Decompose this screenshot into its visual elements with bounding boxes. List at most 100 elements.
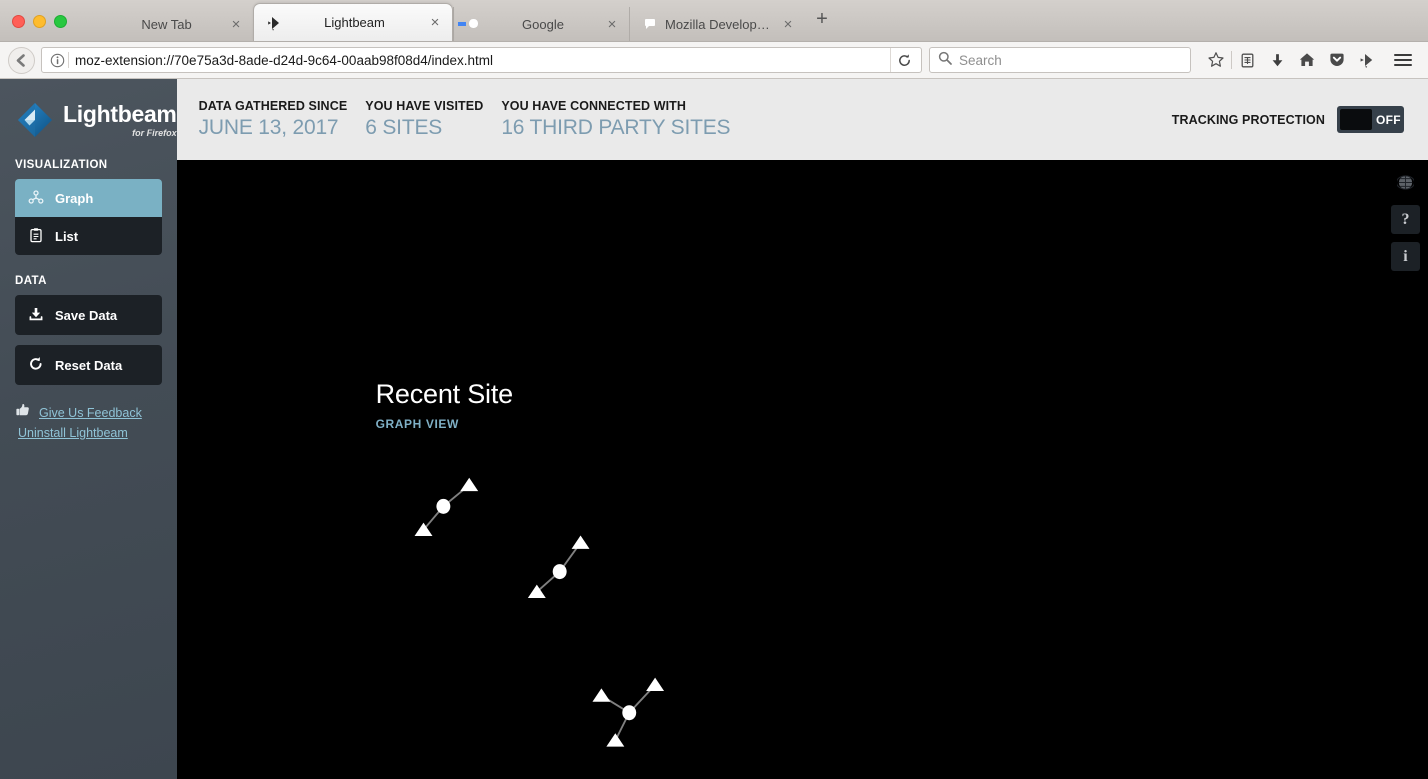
url-bar[interactable]: moz-extension://70e75a3d-8ade-d24d-9c64-… — [41, 47, 922, 73]
stat-sites-visited: YOU HAVE VISITED 6 SITES — [365, 99, 483, 140]
google-icon — [466, 16, 482, 32]
tab-close-icon[interactable]: × — [780, 17, 796, 32]
url-divider — [68, 52, 69, 68]
url-text: moz-extension://70e75a3d-8ade-d24d-9c64-… — [75, 52, 494, 68]
graph-node-site[interactable] — [436, 498, 450, 514]
new-tab-button[interactable]: + — [805, 8, 839, 41]
graph-node-third-party[interactable] — [605, 733, 624, 747]
window-zoom-button[interactable] — [54, 15, 67, 28]
graph-node-third-party[interactable] — [459, 477, 478, 492]
window-close-button[interactable] — [12, 15, 25, 28]
tab-title: Lightbeam — [324, 15, 385, 30]
clipboard-list-icon — [28, 227, 44, 246]
sidebar-heading-data: DATA — [15, 275, 47, 287]
reset-data-button[interactable]: Reset Data — [15, 345, 162, 385]
tracking-protection-toggle[interactable]: OFF — [1337, 106, 1404, 133]
tracking-protection-label: TRACKING PROTECTION — [1171, 112, 1325, 127]
tab-close-icon[interactable]: × — [604, 17, 620, 32]
save-data-button[interactable]: Save Data — [15, 295, 162, 335]
search-placeholder: Search — [959, 52, 1002, 68]
graph-tool-rail: ? i — [1391, 168, 1420, 271]
help-icon[interactable]: ? — [1391, 205, 1420, 234]
mdn-icon — [642, 16, 658, 32]
lightbeam-diamond-icon — [16, 101, 54, 139]
pocket-icon[interactable] — [1322, 45, 1352, 75]
logo-subtitle: for Firefox — [132, 127, 177, 138]
globe-icon[interactable] — [1391, 168, 1420, 197]
stat-value: 6 SITES — [365, 116, 443, 139]
lightbeam-toolbar-icon[interactable] — [1352, 45, 1382, 75]
save-data-label: Save Data — [55, 307, 118, 323]
stat-label: DATA GATHERED SINCE — [198, 99, 348, 113]
tab-close-icon[interactable]: × — [228, 17, 244, 32]
thumbs-up-icon — [15, 403, 31, 422]
stat-label: YOU HAVE VISITED — [365, 99, 484, 113]
library-icon[interactable] — [1232, 45, 1262, 75]
stats-bar: DATA GATHERED SINCE JUNE 13, 2017 YOU HA… — [176, 79, 1428, 160]
lightbeam-icon — [266, 15, 282, 31]
graph-node-third-party[interactable] — [592, 688, 610, 702]
tab-mozilla-developer-network[interactable]: Mozilla Developer Network × — [629, 7, 805, 41]
sidebar: Lightbeam for Firefox VISUALIZATION Grap… — [0, 79, 177, 779]
stat-value: 16 THIRD PARTY SITES — [501, 116, 731, 139]
graph-node-site[interactable] — [552, 564, 567, 580]
uninstall-row: Uninstall Lightbeam — [15, 426, 162, 440]
search-icon — [938, 51, 952, 70]
tab-favicon-blank — [89, 16, 105, 32]
info-glyph: i — [1403, 247, 1408, 265]
stat-value: JUNE 13, 2017 — [198, 116, 339, 139]
graph-network-icon — [28, 189, 44, 208]
logo-text: Lightbeam for Firefox — [63, 100, 177, 138]
toggle-state-label: OFF — [1376, 112, 1401, 127]
lightbeam-page: Lightbeam for Firefox VISUALIZATION Grap… — [0, 79, 1428, 779]
graph-node-site[interactable] — [621, 705, 636, 721]
stat-label: YOU HAVE CONNECTED WITH — [501, 99, 687, 113]
stat-third-party-sites: YOU HAVE CONNECTED WITH 16 THIRD PARTY S… — [501, 99, 730, 140]
bookmark-star-icon[interactable] — [1201, 45, 1231, 75]
help-glyph: ? — [1401, 210, 1410, 228]
tab-close-icon[interactable]: × — [427, 15, 443, 30]
sidebar-item-graph[interactable]: Graph — [15, 179, 162, 217]
graph-node-third-party[interactable] — [645, 677, 664, 692]
tab-new-tab[interactable]: New Tab × — [77, 7, 253, 41]
give-us-feedback-link[interactable]: Give Us Feedback — [39, 406, 142, 420]
feedback-row: Give Us Feedback — [15, 403, 162, 422]
sidebar-item-list[interactable]: List — [15, 217, 162, 255]
tab-title: Google — [522, 16, 564, 32]
window-minimize-button[interactable] — [33, 15, 46, 28]
search-input[interactable]: Search — [929, 47, 1191, 73]
info-icon[interactable]: i — [1391, 242, 1420, 271]
tab-title: New Tab — [141, 16, 192, 32]
back-arrow-icon[interactable] — [8, 46, 35, 74]
data-buttons: Save Data Reset Data — [0, 295, 177, 395]
tab-strip: New Tab × Lightbeam × Google × Mozilla D… — [0, 0, 1428, 42]
navigation-toolbar: moz-extension://70e75a3d-8ade-d24d-9c64-… — [0, 42, 1428, 79]
graph-canvas[interactable] — [177, 160, 1428, 779]
lightbeam-logo: Lightbeam for Firefox — [0, 79, 177, 139]
home-icon[interactable] — [1292, 45, 1322, 75]
download-icon[interactable] — [1262, 45, 1292, 75]
main-content: DATA GATHERED SINCE JUNE 13, 2017 YOU HA… — [176, 79, 1428, 779]
graph-node-third-party[interactable] — [571, 535, 590, 549]
tracking-protection-group: TRACKING PROTECTION OFF — [1172, 106, 1404, 133]
tab-google[interactable]: Google × — [453, 7, 629, 41]
hamburger-menu-icon[interactable] — [1386, 45, 1420, 75]
graph-node-third-party[interactable] — [414, 522, 433, 537]
reload-icon[interactable] — [890, 48, 917, 72]
toggle-knob — [1340, 109, 1372, 130]
uninstall-lightbeam-link[interactable]: Uninstall Lightbeam — [18, 426, 128, 440]
tab-list: New Tab × Lightbeam × Google × Mozilla D… — [77, 0, 1428, 41]
info-circle-icon[interactable] — [46, 53, 68, 68]
browser-window: New Tab × Lightbeam × Google × Mozilla D… — [0, 0, 1428, 779]
graph-visualization[interactable]: Recent Site GRAPH VIEW ? i — [176, 160, 1428, 779]
tab-lightbeam[interactable]: Lightbeam × — [253, 3, 453, 41]
stats-group: DATA GATHERED SINCE JUNE 13, 2017 YOU HA… — [199, 99, 1172, 140]
toolbar-icons — [1201, 45, 1420, 75]
reset-refresh-icon — [28, 356, 44, 375]
sidebar-links: Give Us Feedback Uninstall Lightbeam — [0, 395, 177, 444]
stat-data-gathered-since: DATA GATHERED SINCE JUNE 13, 2017 — [199, 99, 348, 140]
sidebar-item-label: Graph — [55, 190, 94, 206]
window-traffic-lights — [0, 15, 77, 41]
logo-name: Lightbeam — [63, 100, 177, 127]
visualization-items: Graph List — [0, 179, 177, 255]
